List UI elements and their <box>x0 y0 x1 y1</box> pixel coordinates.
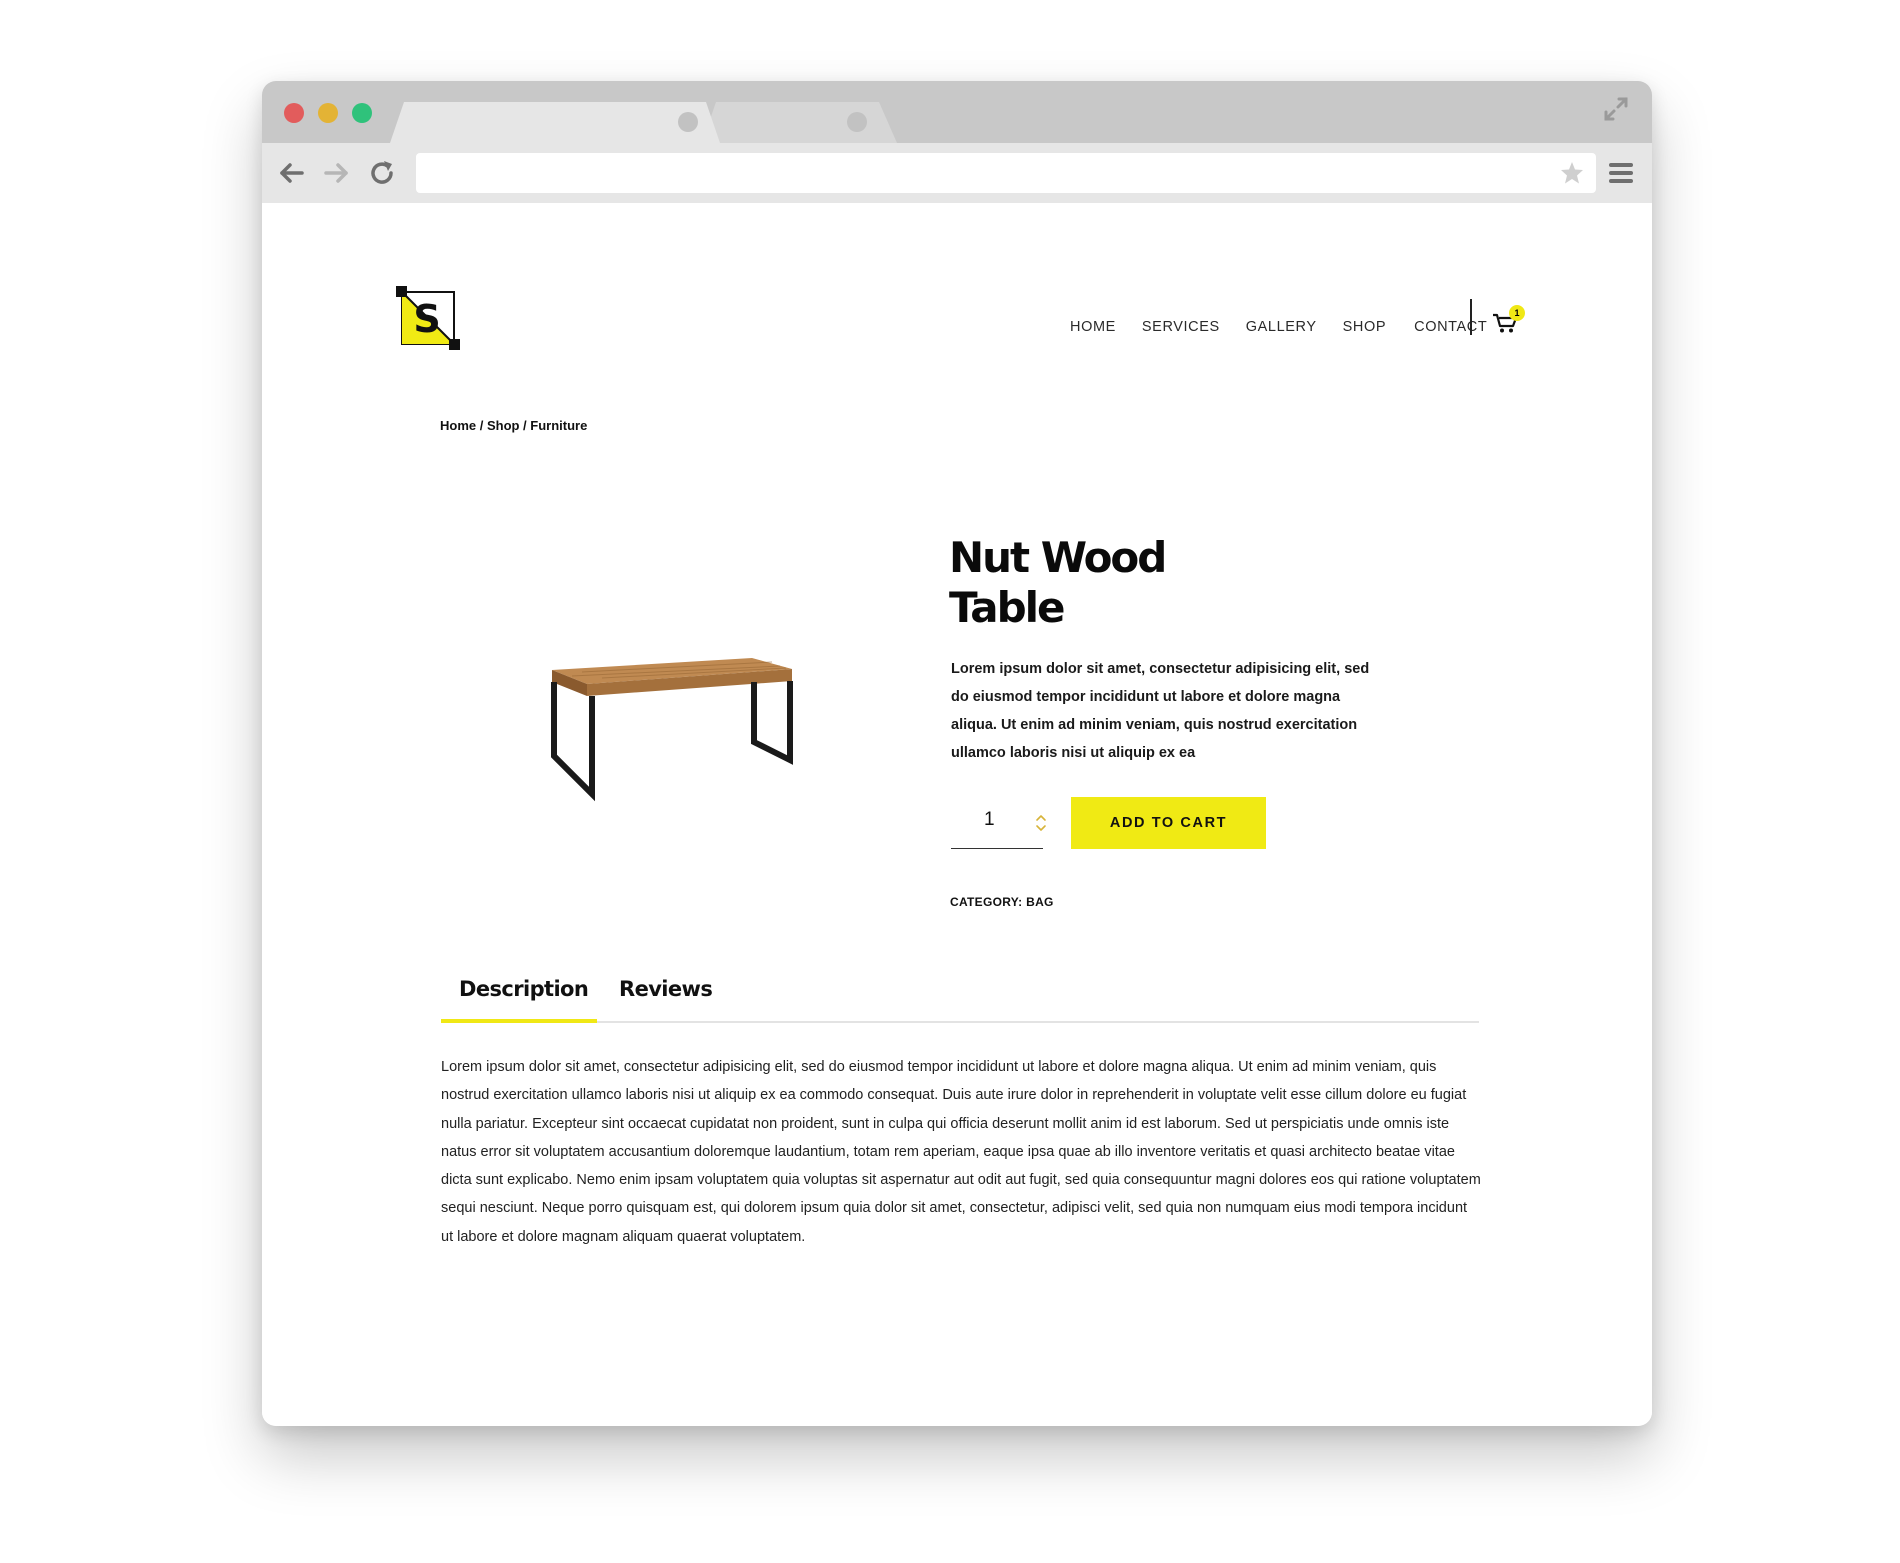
quantity-value[interactable]: 1 <box>984 809 995 831</box>
add-to-cart-button[interactable]: ADD TO CART <box>1071 797 1266 849</box>
product-short-description: Lorem ipsum dolor sit amet, consectetur … <box>951 661 1370 761</box>
product-title-line1: Nut Wood <box>949 533 1167 582</box>
nav-divider <box>1470 299 1472 335</box>
nav-link-shop[interactable]: SHOP <box>1343 319 1387 335</box>
browser-tab-inactive[interactable] <box>702 102 897 143</box>
product-category: CATEGORY: BAG <box>950 895 1054 909</box>
breadcrumb[interactable]: Home / Shop / Furniture <box>440 418 587 433</box>
nav-link-contact[interactable]: CONTACT <box>1414 319 1487 335</box>
hamburger-menu-icon[interactable] <box>1608 161 1634 185</box>
browser-toolbar <box>262 143 1652 203</box>
arrow-right-icon[interactable] <box>322 158 352 188</box>
nav-link-home[interactable]: HOME <box>1070 319 1116 335</box>
product-description-body: Lorem ipsum dolor sit amet, consectetur … <box>441 1059 1481 1245</box>
minimize-window-button[interactable] <box>318 103 338 123</box>
main-navigation: HOME SERVICES GALLERY SHOP CONTACT <box>1070 319 1513 335</box>
browser-tab-active[interactable] <box>390 102 720 143</box>
star-icon[interactable] <box>1558 159 1586 187</box>
address-bar[interactable] <box>416 153 1596 193</box>
product-title: Nut Wood Table <box>949 533 1209 633</box>
tab-reviews[interactable]: Reviews <box>619 963 713 1023</box>
nav-link-gallery[interactable]: GALLERY <box>1246 319 1317 335</box>
close-window-button[interactable] <box>284 103 304 123</box>
tab-favicon <box>847 112 867 132</box>
cart-count-badge: 1 <box>1509 305 1525 321</box>
quantity-stepper[interactable]: 1 <box>951 797 1046 849</box>
nav-link-services[interactable]: SERVICES <box>1142 319 1220 335</box>
product-title-line2: Table <box>949 583 1066 632</box>
reload-icon[interactable] <box>367 158 397 188</box>
web-page: S HOME SERVICES GALLERY SHOP CONTACT 1 H… <box>262 203 1652 1426</box>
browser-window: S HOME SERVICES GALLERY SHOP CONTACT 1 H… <box>262 81 1652 1426</box>
arrow-left-icon[interactable] <box>276 158 306 188</box>
tab-description[interactable]: Description <box>441 963 597 1023</box>
stepper-arrows-icon[interactable] <box>1034 811 1048 835</box>
site-logo[interactable]: S <box>396 286 460 350</box>
maximize-window-button[interactable] <box>352 103 372 123</box>
browser-titlebar <box>262 81 1652 143</box>
tab-favicon <box>678 112 698 132</box>
logo-letter: S <box>413 297 440 341</box>
product-image <box>551 658 793 802</box>
product-tabs: Description Reviews <box>441 963 1479 1023</box>
expand-icon[interactable] <box>1602 95 1630 123</box>
